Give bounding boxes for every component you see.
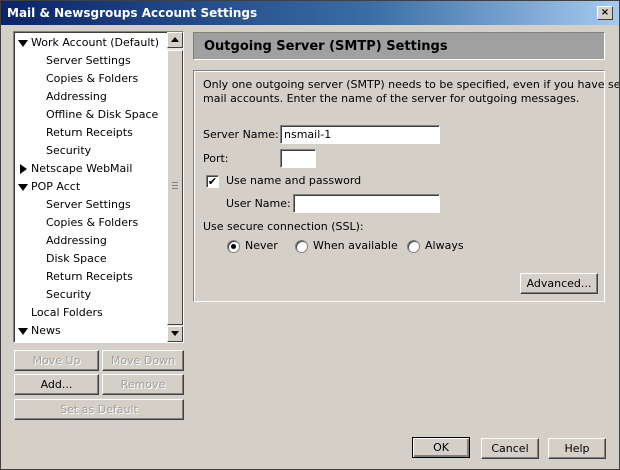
tree-item-label: Addressing	[46, 234, 107, 247]
ok-button[interactable]: OK	[412, 437, 470, 458]
scroll-up-button[interactable]	[167, 32, 183, 48]
tree-item-label: Return Receipts	[46, 270, 133, 283]
username-label: User Name:	[226, 197, 291, 210]
ssl-when-available-label: When available	[313, 239, 398, 252]
tree-scrollbar[interactable]	[167, 32, 183, 342]
title-bar: Mail & Newsgroups Account Settings ×	[1, 1, 619, 25]
section-title: Outgoing Server (SMTP) Settings	[204, 39, 448, 54]
tree-subitem[interactable]: Copies & Folders	[14, 214, 166, 232]
ssl-never-label: Never	[245, 239, 278, 252]
tree-account-item[interactable]: Local Folders	[14, 304, 166, 322]
tree-item-label: POP Acct	[31, 180, 81, 193]
account-settings-window: Mail & Newsgroups Account Settings × Wor…	[0, 0, 620, 470]
tree-item-label: Server Settings	[46, 54, 131, 67]
tree-subitem[interactable]: Server Settings	[14, 52, 166, 70]
tree-item-label: Copies & Folders	[46, 72, 139, 85]
window-title: Mail & Newsgroups Account Settings	[7, 6, 258, 20]
server-name-label: Server Name:	[203, 128, 279, 141]
tree-subitem[interactable]: Offline & Disk Space	[14, 106, 166, 124]
ssl-never-radio[interactable]	[227, 240, 240, 253]
checkmark-icon: ✔	[207, 175, 218, 188]
expanded-twisty-icon[interactable]	[18, 40, 28, 47]
tree-item-label: Local Folders	[31, 306, 103, 319]
scroll-thumb[interactable]	[167, 50, 183, 325]
tree-account-item[interactable]: POP Acct	[14, 178, 166, 196]
advanced-button[interactable]: Advanced...	[520, 273, 598, 294]
thumb-grip-line	[172, 188, 178, 189]
description-line-1: Only one outgoing server (SMTP) needs to…	[203, 78, 620, 91]
thumb-grip-line	[172, 182, 178, 183]
tree-subitem[interactable]: Security	[14, 286, 166, 304]
account-tree[interactable]: Work Account (Default) Server Settings Cop…	[13, 31, 184, 343]
tree-item-label: Offline & Disk Space	[46, 108, 159, 121]
ssl-always-label: Always	[425, 239, 464, 252]
set-default-button[interactable]: Set as Default	[14, 399, 184, 420]
use-auth-label: Use name and password	[226, 174, 362, 187]
move-down-button[interactable]: Move Down	[102, 350, 184, 371]
username-input[interactable]	[293, 194, 440, 213]
tree-subitem[interactable]: Security	[14, 142, 166, 160]
tree-subitem[interactable]: Server Settings	[14, 196, 166, 214]
server-name-value: nsmail-1	[284, 128, 332, 141]
tree-item-label: Copies & Folders	[46, 216, 139, 229]
tree-item-label: Disk Space	[46, 252, 107, 265]
tree-item-label: Security	[46, 144, 92, 157]
expanded-twisty-icon[interactable]	[18, 184, 28, 191]
ssl-when-available-radio[interactable]	[295, 240, 308, 253]
expanded-twisty-icon[interactable]	[18, 328, 28, 335]
port-input[interactable]	[280, 149, 316, 168]
tree-item-label: Addressing	[46, 90, 107, 103]
tree-item-label: Return Receipts	[46, 126, 133, 139]
tree-item-label: Netscape WebMail	[31, 162, 133, 175]
server-name-input[interactable]: nsmail-1	[280, 125, 440, 144]
tree-account-item[interactable]: Work Account (Default)	[14, 34, 166, 52]
ssl-always-radio[interactable]	[407, 240, 420, 253]
collapsed-twisty-icon[interactable]	[20, 164, 27, 174]
arrow-up-icon	[171, 37, 179, 42]
tree-item-label: Work Account (Default)	[31, 36, 160, 49]
tree-subitem[interactable]: Addressing	[14, 232, 166, 250]
move-up-button[interactable]: Move Up	[14, 350, 99, 371]
radio-selected-dot	[231, 244, 236, 249]
port-label: Port:	[203, 152, 229, 165]
account-tree-list: Work Account (Default) Server Settings Cop…	[14, 34, 166, 340]
close-icon[interactable]: ×	[597, 6, 613, 20]
tree-account-item[interactable]: Netscape WebMail	[14, 160, 166, 178]
smtp-settings-panel: Only one outgoing server (SMTP) needs to…	[193, 70, 619, 302]
scroll-down-button[interactable]	[167, 326, 183, 342]
tree-item-label: Server Settings	[46, 198, 131, 211]
tree-subitem[interactable]: Copies & Folders	[14, 70, 166, 88]
add-account-button[interactable]: Add...	[14, 374, 99, 395]
help-button[interactable]: Help	[548, 438, 606, 459]
tree-subitem[interactable]: Disk Space	[14, 250, 166, 268]
tree-subitem[interactable]: Return Receipts	[14, 268, 166, 286]
tree-subitem[interactable]: Addressing	[14, 88, 166, 106]
cancel-button[interactable]: Cancel	[481, 438, 539, 459]
description-line-2: mail accounts. Enter the name of the ser…	[203, 92, 580, 105]
thumb-grip-line	[172, 185, 178, 186]
remove-account-button[interactable]: Remove	[102, 374, 184, 395]
section-header: Outgoing Server (SMTP) Settings	[193, 32, 605, 60]
tree-account-item[interactable]: News	[14, 322, 166, 340]
ssl-label: Use secure connection (SSL):	[203, 220, 364, 233]
arrow-down-icon	[171, 331, 179, 336]
tree-item-label: Security	[46, 288, 92, 301]
use-auth-checkbox[interactable]: ✔	[206, 175, 219, 188]
tree-item-label: News	[31, 324, 61, 337]
tree-subitem[interactable]: Return Receipts	[14, 124, 166, 142]
